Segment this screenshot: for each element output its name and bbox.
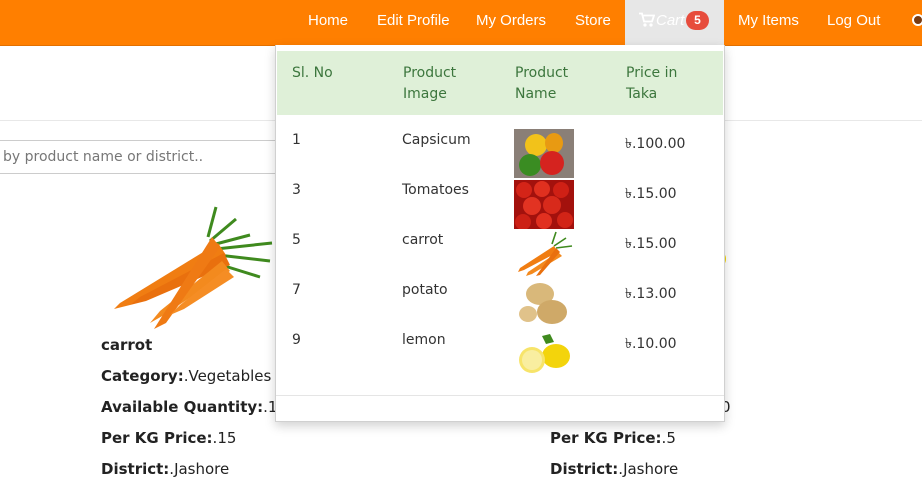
- top-navbar: Home Edit Profile My Orders Store Cart 5…: [0, 0, 922, 46]
- cart-table-header: Sl. No Product Image Product Name Price …: [277, 51, 723, 115]
- product-2-price: Per KG Price:.5: [550, 429, 676, 447]
- cart-row-sl: 7: [292, 282, 301, 298]
- cart-row-name: Capsicum: [402, 132, 471, 148]
- cart-row-sl: 3: [292, 182, 301, 198]
- cart-row-price: ৳.13.00: [625, 286, 677, 302]
- lemon-thumbnail: [514, 330, 574, 379]
- nav-my-orders-link[interactable]: My Orders: [476, 0, 546, 45]
- product-name: carrot: [101, 336, 153, 354]
- potato-thumbnail: [514, 280, 574, 329]
- cart-dropdown-divider: [276, 395, 724, 396]
- product-price: Per KG Price:.15: [101, 429, 237, 447]
- header-product-image: Product Image: [403, 65, 457, 102]
- product-image-carrot: [114, 206, 273, 329]
- nav-home-link[interactable]: Home: [308, 0, 348, 45]
- nav-log-out-link[interactable]: Log Out: [827, 0, 880, 45]
- product-district: District:.Jashore: [101, 460, 230, 478]
- cart-row-name: lemon: [402, 332, 446, 348]
- capsicum-thumbnail: [514, 129, 574, 178]
- cart-row-name: carrot: [402, 232, 444, 248]
- nav-store-link[interactable]: Store: [575, 0, 611, 45]
- cart-row-sl: 9: [292, 332, 301, 348]
- nav-edit-profile-link[interactable]: Edit Profile: [377, 0, 450, 45]
- nav-cart-link[interactable]: Cart 5: [625, 0, 724, 45]
- nav-my-items-link[interactable]: My Items: [738, 0, 799, 45]
- cart-row-price: ৳.10.00: [625, 336, 677, 352]
- cart-label: Cart: [656, 12, 685, 29]
- globe-icon[interactable]: [912, 14, 922, 26]
- cart-row-name: Tomatoes: [402, 182, 469, 198]
- cart-count-badge: 5: [686, 11, 709, 30]
- cart-row-price: ৳.100.00: [625, 136, 686, 152]
- carrot-thumbnail: [518, 231, 573, 276]
- tomatoes-thumbnail: [514, 180, 574, 229]
- header-sl-no: Sl. No: [292, 65, 333, 81]
- cart-row-name: potato: [402, 282, 448, 298]
- cart-row-price: ৳.15.00: [625, 236, 677, 252]
- cart-dropdown: Sl. No Product Image Product Name Price …: [275, 45, 725, 422]
- header-price: Price in Taka: [626, 65, 678, 102]
- search-input[interactable]: by product name or district..: [0, 140, 292, 174]
- cart-row-sl: 5: [292, 232, 301, 248]
- header-product-name: Product Name: [515, 65, 569, 102]
- cart-row-price: ৳.15.00: [625, 186, 677, 202]
- product-category: Category:.Vegetables: [101, 367, 272, 385]
- shopping-cart-icon: [639, 12, 655, 27]
- product-2-district: District:.Jashore: [550, 460, 679, 478]
- product-quantity: Available Quantity:.130: [101, 398, 297, 416]
- cart-row-sl: 1: [292, 132, 301, 148]
